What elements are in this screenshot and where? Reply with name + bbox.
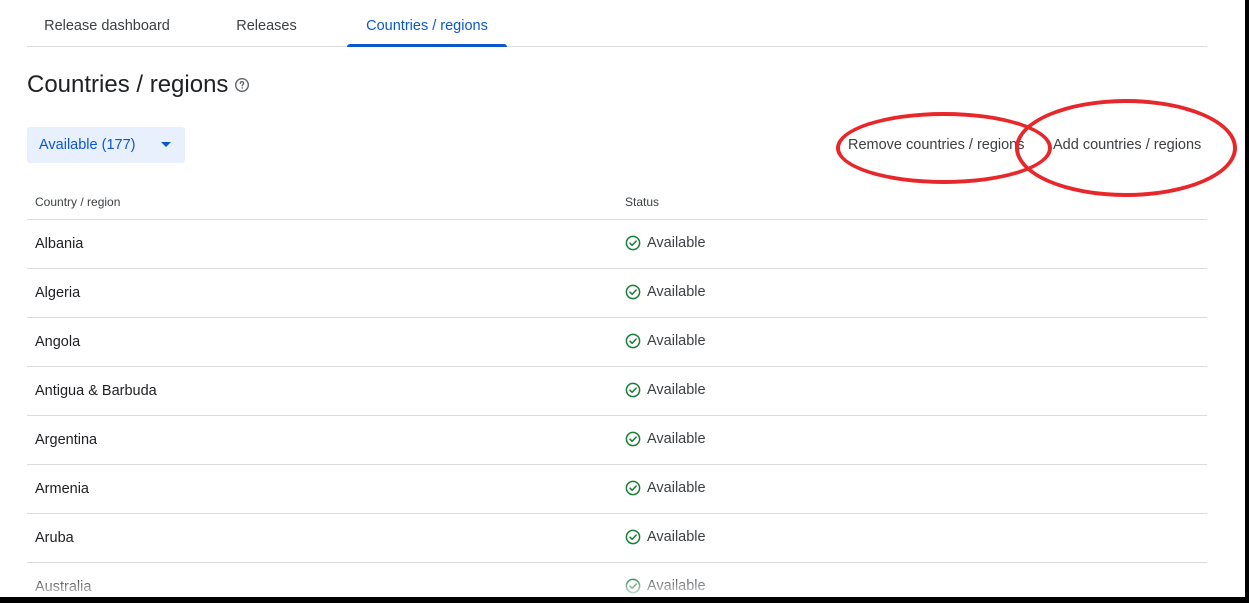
tab-bar: Release dashboard Releases Countries / r… (27, 0, 1207, 47)
tab-countries-regions[interactable]: Countries / regions (347, 0, 507, 47)
check-circle-icon (625, 333, 641, 349)
status-cell: Available (625, 480, 706, 496)
status-label: Available (647, 382, 706, 398)
table-row[interactable]: Argentina Available (27, 416, 1207, 465)
column-header-status: Status (625, 195, 660, 209)
status-cell: Available (625, 431, 706, 447)
status-cell: Available (625, 333, 706, 349)
country-name: Algeria (35, 285, 81, 301)
add-countries-button[interactable]: Add countries / regions (1053, 130, 1201, 160)
table-row[interactable]: Angola Available (27, 318, 1207, 367)
status-label: Available (647, 284, 706, 300)
status-label: Available (647, 235, 706, 251)
country-name: Albania (35, 236, 84, 252)
check-circle-icon (625, 480, 641, 496)
table-row[interactable]: Armenia Available (27, 465, 1207, 514)
filter-label: Available (177) (39, 137, 136, 153)
country-name: Australia (35, 579, 92, 595)
status-cell: Available (625, 284, 706, 300)
check-circle-icon (625, 382, 641, 398)
country-name: Angola (35, 334, 81, 350)
countries-table: Country / region Status Albania Available… (27, 180, 1207, 597)
country-name: Argentina (35, 432, 98, 448)
status-cell: Available (625, 382, 706, 398)
status-label: Available (647, 529, 706, 545)
check-circle-icon (625, 529, 641, 545)
page-title: Countries / regions (27, 71, 229, 98)
check-circle-icon (625, 284, 641, 300)
help-circle-icon[interactable] (234, 77, 250, 93)
country-name: Aruba (35, 530, 74, 546)
table-row[interactable]: Antigua & Barbuda Available (27, 367, 1207, 416)
status-cell: Available (625, 529, 706, 545)
column-header-country: Country / region (35, 195, 121, 209)
check-circle-icon (625, 431, 641, 447)
page-title-row: Countries / regions (27, 71, 250, 99)
table-row[interactable]: Australia Available (27, 563, 1207, 597)
table-row[interactable]: Algeria Available (27, 269, 1207, 318)
status-label: Available (647, 333, 706, 349)
table-row[interactable]: Aruba Available (27, 514, 1207, 563)
table-header: Country / region Status (27, 180, 1207, 220)
status-label: Available (647, 431, 706, 447)
table-body: Albania Available Algeria Available Angola Av… (27, 220, 1207, 597)
page: Release dashboard Releases Countries / r… (0, 0, 1245, 597)
table-row[interactable]: Albania Available (27, 220, 1207, 269)
tab-release-dashboard[interactable]: Release dashboard (27, 0, 187, 46)
status-label: Available (647, 480, 706, 496)
check-circle-icon (625, 578, 641, 594)
check-circle-icon (625, 235, 641, 251)
country-name: Armenia (35, 481, 89, 497)
status-cell: Available (625, 578, 706, 594)
remove-countries-button[interactable]: Remove countries / regions (848, 130, 1025, 160)
country-name: Antigua & Barbuda (35, 383, 157, 399)
status-label: Available (647, 578, 706, 594)
caret-down-icon (161, 142, 171, 147)
tab-releases[interactable]: Releases (222, 0, 311, 46)
availability-filter-dropdown[interactable]: Available (177) (27, 127, 185, 163)
status-cell: Available (625, 235, 706, 251)
